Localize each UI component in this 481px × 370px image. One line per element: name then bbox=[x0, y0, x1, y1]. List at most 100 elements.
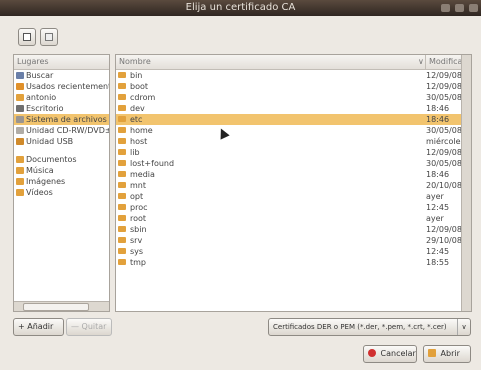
bookmark-item-2[interactable]: Imágenes bbox=[14, 176, 109, 187]
open-folder-icon bbox=[428, 349, 436, 357]
file-row[interactable]: tmp 18:55 bbox=[116, 257, 471, 268]
file-name: srv bbox=[130, 236, 143, 245]
file-row[interactable]: sbin 12/09/08 bbox=[116, 224, 471, 235]
file-modified: 12/09/08 bbox=[426, 82, 462, 91]
place-item-2[interactable]: antonio bbox=[14, 92, 109, 103]
remove-bookmark-label: Quitar bbox=[81, 322, 107, 331]
file-row[interactable]: lib 12/09/08 bbox=[116, 147, 471, 158]
file-row[interactable]: mnt 20/10/08 bbox=[116, 180, 471, 191]
file-row[interactable]: lost+found 30/05/08 bbox=[116, 158, 471, 169]
places-header[interactable]: Lugares bbox=[14, 55, 109, 70]
file-name: cdrom bbox=[130, 93, 156, 102]
file-modified: 12:45 bbox=[426, 203, 450, 212]
place-item-3[interactable]: Escritorio bbox=[14, 103, 109, 114]
usb-icon bbox=[16, 138, 24, 145]
file-row[interactable]: media 18:46 bbox=[116, 169, 471, 180]
place-item-label: Sistema de archivos bbox=[26, 115, 107, 124]
folder-icon bbox=[16, 156, 24, 163]
bookmark-item-1[interactable]: Música bbox=[14, 165, 109, 176]
type-location-button[interactable] bbox=[18, 28, 36, 46]
add-bookmark-button[interactable]: + Añadir bbox=[13, 318, 64, 336]
file-row[interactable]: sys 12:45 bbox=[116, 246, 471, 257]
folder-icon bbox=[118, 116, 126, 122]
browse-button[interactable] bbox=[40, 28, 58, 46]
cancel-label: Cancelar bbox=[380, 349, 416, 358]
file-row[interactable]: home 30/05/08 bbox=[116, 125, 471, 136]
file-modified: miércoles bbox=[426, 137, 465, 146]
minimize-icon[interactable] bbox=[441, 4, 450, 12]
file-name: mnt bbox=[130, 181, 146, 190]
file-modified: 20/10/08 bbox=[426, 181, 462, 190]
file-row[interactable]: bin 12/09/08 bbox=[116, 70, 471, 81]
folder-icon bbox=[118, 248, 126, 254]
file-name: boot bbox=[130, 82, 149, 91]
bookmark-item-0[interactable]: Documentos bbox=[14, 154, 109, 165]
open-button[interactable]: Abrir bbox=[423, 345, 471, 363]
folder-icon bbox=[118, 72, 126, 78]
file-modified: ayer bbox=[426, 214, 444, 223]
folder-icon bbox=[118, 171, 126, 177]
file-row[interactable]: boot 12/09/08 bbox=[116, 81, 471, 92]
maximize-icon[interactable] bbox=[455, 4, 464, 12]
bookmark-item-3[interactable]: Vídeos bbox=[14, 187, 109, 198]
drive-icon bbox=[16, 116, 24, 123]
bookmark-item-label: Música bbox=[26, 166, 54, 175]
place-item-label: Unidad CD-RW/DVD± bbox=[26, 126, 109, 135]
file-name: media bbox=[130, 170, 155, 179]
file-name: bin bbox=[130, 71, 143, 80]
place-item-1[interactable]: Usados recientemente bbox=[14, 81, 109, 92]
place-item-6[interactable]: Unidad USB bbox=[14, 136, 109, 147]
file-list-pane: Nombre ∨ Modificado bin 12/09/08 boot 12/09… bbox=[115, 54, 472, 312]
place-item-0[interactable]: Buscar bbox=[14, 70, 109, 81]
folder-icon bbox=[16, 178, 24, 185]
file-row[interactable]: root ayer bbox=[116, 213, 471, 224]
folder-icon bbox=[118, 149, 126, 155]
file-name: home bbox=[130, 126, 153, 135]
file-row[interactable]: dev 18:46 bbox=[116, 103, 471, 114]
folder-icon bbox=[16, 167, 24, 174]
cancel-icon bbox=[368, 349, 376, 357]
folder-icon bbox=[118, 226, 126, 232]
file-modified: 12/09/08 bbox=[426, 71, 462, 80]
file-name: opt bbox=[130, 192, 144, 201]
edit-icon bbox=[23, 33, 31, 41]
window-titlebar: Elija un certificado CA bbox=[0, 0, 481, 16]
folder-icon bbox=[118, 237, 126, 243]
file-name: lost+found bbox=[130, 159, 175, 168]
remove-bookmark-button[interactable]: — Quitar bbox=[66, 318, 112, 336]
file-name: dev bbox=[130, 104, 145, 113]
folder-icon bbox=[118, 193, 126, 199]
home-folder-icon bbox=[16, 94, 24, 101]
file-name: host bbox=[130, 137, 148, 146]
file-modified: 12:45 bbox=[426, 247, 450, 256]
cancel-button[interactable]: Cancelar bbox=[363, 345, 417, 363]
place-item-4[interactable]: Sistema de archivos bbox=[14, 114, 109, 125]
file-row[interactable]: host miércoles bbox=[116, 136, 471, 147]
close-icon[interactable] bbox=[469, 4, 478, 12]
search-icon bbox=[16, 72, 24, 79]
file-modified: 30/05/08 bbox=[426, 159, 462, 168]
desktop-icon bbox=[16, 105, 24, 112]
file-row[interactable]: opt ayer bbox=[116, 191, 471, 202]
folder-icon bbox=[118, 215, 126, 221]
folder-icon bbox=[118, 94, 126, 100]
minus-icon: — bbox=[71, 322, 79, 331]
file-row[interactable]: proc 12:45 bbox=[116, 202, 471, 213]
place-item-5[interactable]: Unidad CD-RW/DVD± bbox=[14, 125, 109, 136]
places-horizontal-scrollbar[interactable] bbox=[14, 301, 109, 311]
folder-icon bbox=[16, 189, 24, 196]
file-row[interactable]: etc 18:46 bbox=[116, 114, 471, 125]
column-header-name[interactable]: Nombre bbox=[119, 55, 151, 69]
file-list-vertical-scrollbar[interactable] bbox=[461, 55, 471, 311]
file-name: lib bbox=[130, 148, 140, 157]
folder-icon bbox=[118, 182, 126, 188]
place-item-label: antonio bbox=[26, 93, 57, 102]
sort-arrow-icon: ∨ bbox=[418, 57, 424, 66]
file-name: sbin bbox=[130, 225, 147, 234]
file-modified: ayer bbox=[426, 192, 444, 201]
file-row[interactable]: cdrom 30/05/08 bbox=[116, 92, 471, 103]
file-row[interactable]: srv 29/10/08 bbox=[116, 235, 471, 246]
scrollbar-thumb[interactable] bbox=[23, 303, 89, 311]
file-modified: 30/05/08 bbox=[426, 93, 462, 102]
file-type-filter-select[interactable]: Certificados DER o PEM (*.der, *.pem, *.… bbox=[268, 318, 471, 336]
